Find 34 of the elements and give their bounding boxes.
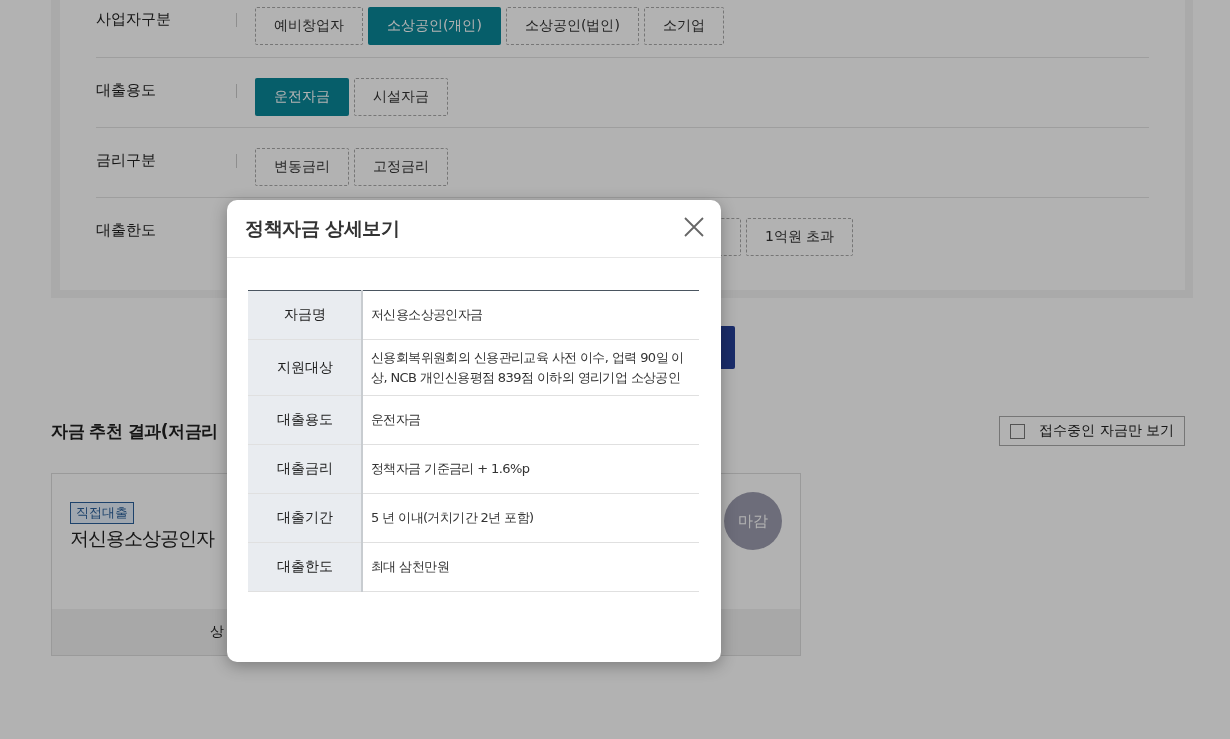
table-cell: 신용회복위원회의 신용관리교육 사전 이수, 업력 90일 이상, NCB 개인신용평점 839점 이하의 영리기업 소상공인 bbox=[362, 339, 699, 396]
table-cell: 저신용소상공인자금 bbox=[362, 290, 699, 340]
table-cell: 5 년 이내(거치기간 2년 포함) bbox=[362, 493, 699, 543]
option-button[interactable]: 소기업 bbox=[643, 7, 724, 45]
option-button[interactable]: 예비창업자 bbox=[255, 7, 363, 45]
checkbox[interactable] bbox=[1010, 423, 1026, 439]
option-button[interactable]: 고정금리 bbox=[354, 148, 448, 186]
filter-label: 대출한도 bbox=[96, 221, 157, 240]
status-badge: 마감 bbox=[724, 492, 782, 550]
dialog-title: 정책자금 상세보기 bbox=[245, 215, 400, 241]
loan-type-tag: 직접대출 bbox=[70, 502, 134, 524]
table-header-cell: 대출용도 bbox=[248, 395, 362, 445]
option-button[interactable]: 시설자금 bbox=[354, 78, 448, 116]
details-link[interactable]: 상 bbox=[210, 623, 224, 641]
table-cell: 정책자금 기준금리 + 1.6%p bbox=[362, 444, 699, 494]
option-button[interactable]: 변동금리 bbox=[255, 148, 349, 186]
open-only-filter[interactable]: 접수중인 자금만 보기 bbox=[999, 416, 1185, 446]
table-header-cell: 대출한도 bbox=[248, 542, 362, 592]
table-cell: 운전자금 bbox=[362, 395, 699, 445]
filter-label: 사업자구분 bbox=[96, 10, 172, 29]
table-header-cell: 지원대상 bbox=[248, 339, 362, 396]
option-button[interactable]: 소상공인(법인) bbox=[505, 7, 639, 45]
results-heading: 자금 추천 결과(저금리 bbox=[51, 419, 218, 443]
option-button[interactable]: 1억원 초과 bbox=[746, 218, 854, 256]
table-header-cell: 대출기간 bbox=[248, 493, 362, 543]
filter-label: 금리구분 bbox=[96, 151, 157, 170]
option-button[interactable]: 운전자금 bbox=[255, 78, 349, 116]
filter-label: 대출용도 bbox=[96, 81, 157, 100]
fund-title: 저신용소상공인자 bbox=[70, 526, 214, 551]
table-header-cell: 자금명 bbox=[248, 290, 362, 340]
table-header-cell: 대출금리 bbox=[248, 444, 362, 494]
close-icon[interactable] bbox=[684, 217, 704, 237]
option-button[interactable]: 소상공인(개인) bbox=[368, 7, 501, 45]
table-cell: 최대 삼천만원 bbox=[362, 542, 699, 592]
